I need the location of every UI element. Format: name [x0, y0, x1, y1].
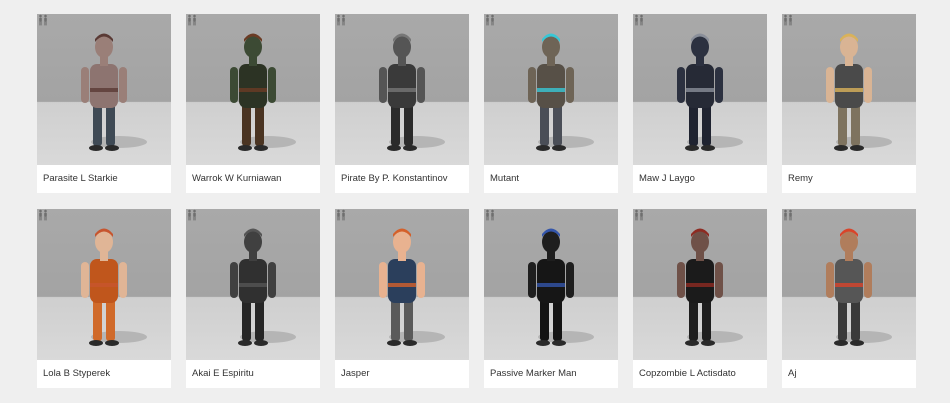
character-type-icon	[39, 209, 47, 221]
character-type-icon	[635, 14, 643, 26]
character-name[interactable]: Copzombie L Actisdato	[639, 368, 736, 379]
character-name[interactable]: Mutant	[490, 173, 519, 184]
character-name[interactable]: Passive Marker Man	[490, 368, 577, 379]
character-type-icon	[635, 209, 643, 221]
character-card[interactable]: Jasper	[335, 209, 469, 388]
character-card[interactable]: Akai E Espiritu	[186, 209, 320, 388]
character-name[interactable]: Remy	[788, 173, 813, 184]
character-name[interactable]: Parasite L Starkie	[43, 173, 118, 184]
character-thumbnail[interactable]	[484, 14, 618, 165]
character-figure	[379, 228, 445, 346]
character-type-icon	[784, 209, 792, 221]
character-figure	[677, 33, 743, 151]
character-figure	[81, 33, 147, 151]
character-thumbnail[interactable]	[37, 14, 171, 165]
character-type-icon	[337, 14, 345, 26]
character-card[interactable]: Lola B Styperek	[37, 209, 171, 388]
character-thumbnail[interactable]	[484, 209, 618, 360]
character-thumbnail[interactable]	[633, 14, 767, 165]
character-type-icon	[188, 209, 196, 221]
character-card[interactable]: Parasite L Starkie	[37, 14, 171, 193]
character-card[interactable]: Remy	[782, 14, 916, 193]
character-type-icon	[486, 209, 494, 221]
character-thumbnail[interactable]	[186, 14, 320, 165]
character-grid: Parasite L Starkie Warrok W Kurniawan Pi…	[37, 14, 916, 388]
character-figure	[81, 228, 147, 346]
character-type-icon	[486, 14, 494, 26]
character-figure	[528, 33, 594, 151]
character-figure	[677, 228, 743, 346]
character-figure	[230, 228, 296, 346]
character-card[interactable]: Passive Marker Man	[484, 209, 618, 388]
character-name[interactable]: Jasper	[341, 368, 370, 379]
character-figure	[528, 228, 594, 346]
character-card[interactable]: Mutant	[484, 14, 618, 193]
character-thumbnail[interactable]	[633, 209, 767, 360]
character-type-icon	[337, 209, 345, 221]
character-thumbnail[interactable]	[782, 209, 916, 360]
character-thumbnail[interactable]	[37, 209, 171, 360]
character-figure	[826, 228, 892, 346]
character-name[interactable]: Akai E Espiritu	[192, 368, 254, 379]
character-card[interactable]: Warrok W Kurniawan	[186, 14, 320, 193]
character-name[interactable]: Lola B Styperek	[43, 368, 110, 379]
character-card[interactable]: Pirate By P. Konstantinov	[335, 14, 469, 193]
character-figure	[826, 33, 892, 151]
character-thumbnail[interactable]	[782, 14, 916, 165]
character-type-icon	[188, 14, 196, 26]
character-figure	[379, 33, 445, 151]
character-name[interactable]: Pirate By P. Konstantinov	[341, 173, 448, 184]
character-name[interactable]: Aj	[788, 368, 796, 379]
character-name[interactable]: Maw J Laygo	[639, 173, 695, 184]
character-type-icon	[39, 14, 47, 26]
character-figure	[230, 33, 296, 151]
character-card[interactable]: Copzombie L Actisdato	[633, 209, 767, 388]
character-card[interactable]: Maw J Laygo	[633, 14, 767, 193]
character-thumbnail[interactable]	[335, 14, 469, 165]
character-card[interactable]: Aj	[782, 209, 916, 388]
character-thumbnail[interactable]	[335, 209, 469, 360]
character-type-icon	[784, 14, 792, 26]
character-thumbnail[interactable]	[186, 209, 320, 360]
character-name[interactable]: Warrok W Kurniawan	[192, 173, 281, 184]
